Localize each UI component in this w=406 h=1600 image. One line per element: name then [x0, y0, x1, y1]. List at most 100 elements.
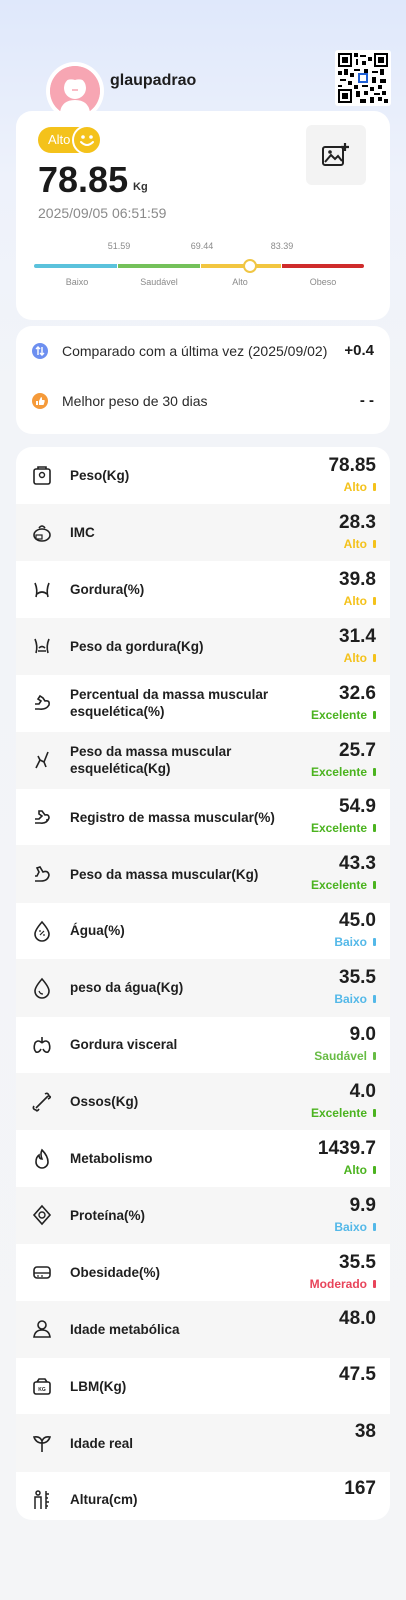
fat-mass-icon: [30, 634, 54, 658]
metric-status: Alto: [339, 651, 376, 665]
muscle-arm-icon: [30, 691, 54, 715]
metric-value-group: 39.8 Alto: [339, 569, 376, 608]
metric-status-label: Alto: [343, 650, 367, 665]
scale-segment-high: [201, 264, 281, 268]
status-indicator: [373, 710, 376, 719]
metric-row[interactable]: Peso da massa muscular(Kg) 43.3 Excelente: [16, 845, 390, 903]
status-indicator: [373, 824, 376, 833]
metric-value-group: 167: [344, 1478, 376, 1500]
water-drop-icon: [30, 976, 54, 1000]
metric-status-label: Excelente: [310, 764, 367, 779]
body-fat-icon: [30, 578, 54, 602]
metric-row[interactable]: Idade real 38: [16, 1414, 390, 1472]
metric-status: Baixo: [334, 935, 376, 949]
metric-row[interactable]: Altura(cm) 167: [16, 1471, 390, 1520]
metric-row[interactable]: Idade metabólica 48.0: [16, 1300, 390, 1358]
status-indicator: [373, 653, 376, 662]
metric-row[interactable]: Peso da massa muscular esquelética(Kg) 25…: [16, 731, 390, 789]
metric-status-label: Baixo: [334, 992, 367, 1007]
metric-row[interactable]: KG LBM(Kg) 47.5: [16, 1357, 390, 1415]
scale-icon: [30, 464, 54, 488]
metric-status: Excelente: [311, 1106, 376, 1120]
metric-row[interactable]: Peso(Kg) 78.85 Alto: [16, 447, 390, 505]
metric-label: IMC: [70, 525, 95, 541]
metric-status: Alto: [328, 480, 376, 494]
add-photo-button[interactable]: [306, 125, 366, 185]
metric-value-group: 35.5 Baixo: [334, 967, 376, 1006]
status-indicator: [373, 596, 376, 605]
metric-value: 31.4: [339, 625, 376, 647]
metric-row[interactable]: Proteína(%) 9.9 Baixo: [16, 1186, 390, 1245]
metric-status: Moderado: [310, 1277, 376, 1291]
metric-label: Obesidade(%): [70, 1264, 161, 1280]
metric-value: 39.8: [339, 568, 376, 590]
metric-label: peso da água(Kg): [70, 980, 184, 996]
metric-row[interactable]: Obesidade(%) 35.5 Moderado: [16, 1244, 390, 1302]
skeletal-muscle-icon: [30, 748, 54, 772]
metric-row[interactable]: Metabolismo 1439.7 Alto: [16, 1130, 390, 1188]
compare-last-row[interactable]: Comparado com a última vez (2025/09/02) …: [32, 342, 374, 359]
metric-value-group: 35.5 Moderado: [310, 1252, 376, 1291]
metric-status: Excelente: [311, 821, 376, 835]
status-badge-label: Alto: [48, 132, 71, 147]
weight-unit: Kg: [133, 181, 148, 193]
metric-value-group: 78.85 Alto: [328, 455, 376, 494]
status-indicator: [373, 1108, 376, 1117]
profile-header: glaupadrao: [0, 0, 406, 120]
metric-value: 4.0: [349, 1080, 376, 1102]
status-indicator: [373, 483, 376, 491]
qr-code-icon[interactable]: [335, 50, 391, 106]
metric-status-label: Excelente: [310, 1105, 367, 1120]
scale-segment-low: [34, 264, 117, 268]
metric-value-group: 48.0: [339, 1308, 376, 1330]
metric-row[interactable]: Água(%) 45.0 Baixo: [16, 902, 390, 960]
metric-status-label: Excelente: [310, 821, 367, 836]
metric-row[interactable]: Peso da gordura(Kg) 31.4 Alto: [16, 617, 390, 676]
metric-status-label: Saudável: [314, 1049, 367, 1063]
metric-value: 45.0: [339, 910, 376, 932]
metric-row[interactable]: Gordura visceral 9.0 Saudável: [16, 1016, 390, 1074]
metric-value: 28.3: [339, 511, 376, 533]
metric-label: Peso(Kg): [70, 468, 130, 484]
metric-label: LBM(Kg): [70, 1378, 127, 1394]
status-indicator: [373, 1279, 376, 1288]
metric-label: Idade metabólica: [70, 1321, 180, 1337]
height-icon: [30, 1488, 54, 1512]
metric-row[interactable]: Registro de massa muscular(%) 54.9 Excelen…: [16, 788, 390, 846]
status-indicator: [373, 767, 376, 776]
metric-value: 47.5: [339, 1364, 376, 1386]
weight-summary-card: Alto 78.85 Kg 2025/09/05 06:51:59 51.59 …: [16, 111, 390, 320]
best-weight-row[interactable]: Melhor peso de 30 dias - -: [32, 392, 374, 409]
metric-value: 48.0: [339, 1307, 376, 1329]
metric-status: Baixo: [334, 992, 376, 1006]
metric-label: Peso da gordura(Kg): [70, 638, 204, 654]
metric-status: Alto: [339, 537, 376, 551]
metric-status-label: Alto: [343, 1162, 367, 1177]
username: glaupadrao: [110, 72, 197, 89]
muscle-weight-icon: [30, 862, 54, 886]
status-indicator: [373, 881, 376, 890]
scale-marker: [243, 259, 258, 273]
metrics-list: Peso(Kg) 78.85 Alto IMC 28.3 Alto Gordura(%) 39…: [16, 447, 390, 1520]
metric-row[interactable]: IMC 28.3 Alto: [16, 503, 390, 562]
metabolic-age-icon: [30, 1317, 54, 1341]
metric-row[interactable]: Gordura(%) 39.8 Alto: [16, 561, 390, 619]
status-indicator: [373, 539, 376, 548]
metabolism-flame-icon: [30, 1147, 54, 1171]
metric-status: Baixo: [334, 1220, 376, 1234]
bone-icon: [30, 1090, 54, 1114]
status-indicator: [373, 995, 376, 1004]
metric-value-group: 4.0 Excelente: [311, 1081, 376, 1120]
metric-value-group: 43.3 Excelente: [311, 853, 376, 892]
metric-status-label: Alto: [343, 480, 367, 494]
metric-label: Idade real: [70, 1435, 134, 1451]
metric-label: Peso da massa muscular(Kg): [70, 866, 259, 882]
metric-row[interactable]: Percentual da massa muscular esquelética…: [16, 675, 390, 733]
metric-row[interactable]: peso da água(Kg) 35.5 Baixo: [16, 959, 390, 1017]
metric-value: 9.0: [349, 1024, 376, 1045]
metric-row[interactable]: Ossos(Kg) 4.0 Excelente: [16, 1072, 390, 1131]
bmi-icon: [30, 521, 54, 545]
metric-value-group: 54.9 Excelente: [311, 796, 376, 835]
metric-value-group: 38: [355, 1421, 376, 1443]
metric-value: 32.6: [339, 682, 376, 704]
